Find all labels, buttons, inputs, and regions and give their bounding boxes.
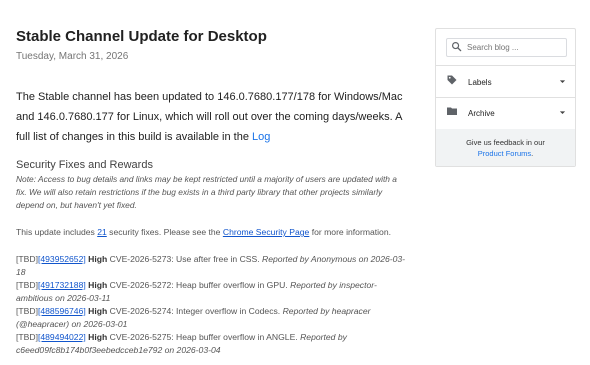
fix-item: [TBD][489494022] High CVE-2026-5275: Hea… [16,331,408,357]
update-prefix: This update includes [16,227,95,237]
search-input[interactable] [462,43,563,52]
fix-tbd: [TBD] [16,306,38,316]
security-heading: Security Fixes and Rewards [16,159,153,171]
fix-count-link[interactable]: 21 [97,227,107,237]
fix-description: CVE-2026-5274: Integer overflow in Codec… [109,306,281,316]
update-middle: security fixes. Please see the [109,227,221,237]
post-date: Tuesday, March 31, 2026 [16,51,129,62]
sidebar-widget: Labels Archive Give us feedback in our P… [435,28,576,167]
security-page-link[interactable]: Chrome Security Page [223,227,309,237]
folder-icon [446,104,458,122]
labels-dropdown[interactable]: Labels [446,75,567,89]
log-link[interactable]: Log [252,131,270,143]
intro-text: The Stable channel has been updated to 1… [16,91,403,143]
security-note: Note: Access to bug details and links ma… [16,174,397,210]
fix-severity: High [88,306,108,316]
fix-item: [TBD][488596746] High CVE-2026-5274: Int… [16,305,408,331]
sidebar-divider [436,65,575,66]
update-suffix: for more information. [311,227,392,237]
fix-item: [TBD][493952652] High CVE-2026-5273: Use… [16,253,408,279]
fix-bug-link[interactable]: [493952652] [38,254,86,264]
feedback-text: Give us feedback in our [466,138,545,147]
fix-severity: High [88,332,108,342]
feedback-period: . [531,149,534,158]
fix-tbd: [TBD] [16,332,38,342]
fix-list: [TBD][493952652] High CVE-2026-5273: Use… [16,253,408,357]
post-article: Stable Channel Update for Desktop Tuesda… [16,28,408,357]
post-intro: The Stable channel has been updated to 1… [16,87,408,147]
fix-bug-link[interactable]: [491732188] [38,280,86,290]
fix-description: CVE-2026-5273: Use after free in CSS. [109,254,260,264]
fix-bug-link[interactable]: [488596746] [38,306,86,316]
archive-label: Archive [468,108,495,118]
fix-bug-link[interactable]: [489494022] [38,332,86,342]
fix-severity: High [88,254,108,264]
chevron-down-icon [558,104,567,122]
post-title[interactable]: Stable Channel Update for Desktop [16,28,408,46]
label-tag-icon [446,73,458,91]
chevron-down-icon [558,73,567,91]
update-summary: This update includes 21 security fixes. … [16,226,408,239]
feedback-box: Give us feedback in our Product Forums. [436,129,575,166]
sidebar-divider [436,97,575,98]
fix-tbd: [TBD] [16,280,38,290]
labels-label: Labels [468,77,492,87]
fix-description: CVE-2026-5272: Heap buffer overflow in G… [109,280,288,290]
search-box[interactable] [446,38,567,57]
fix-description: CVE-2026-5275: Heap buffer overflow in A… [109,332,298,342]
product-forums-link[interactable]: Product Forums [478,149,531,158]
search-icon [447,39,462,57]
archive-dropdown[interactable]: Archive [446,106,567,120]
fix-severity: High [88,280,108,290]
fix-tbd: [TBD] [16,254,38,264]
fix-item: [TBD][491732188] High CVE-2026-5272: Hea… [16,279,408,305]
